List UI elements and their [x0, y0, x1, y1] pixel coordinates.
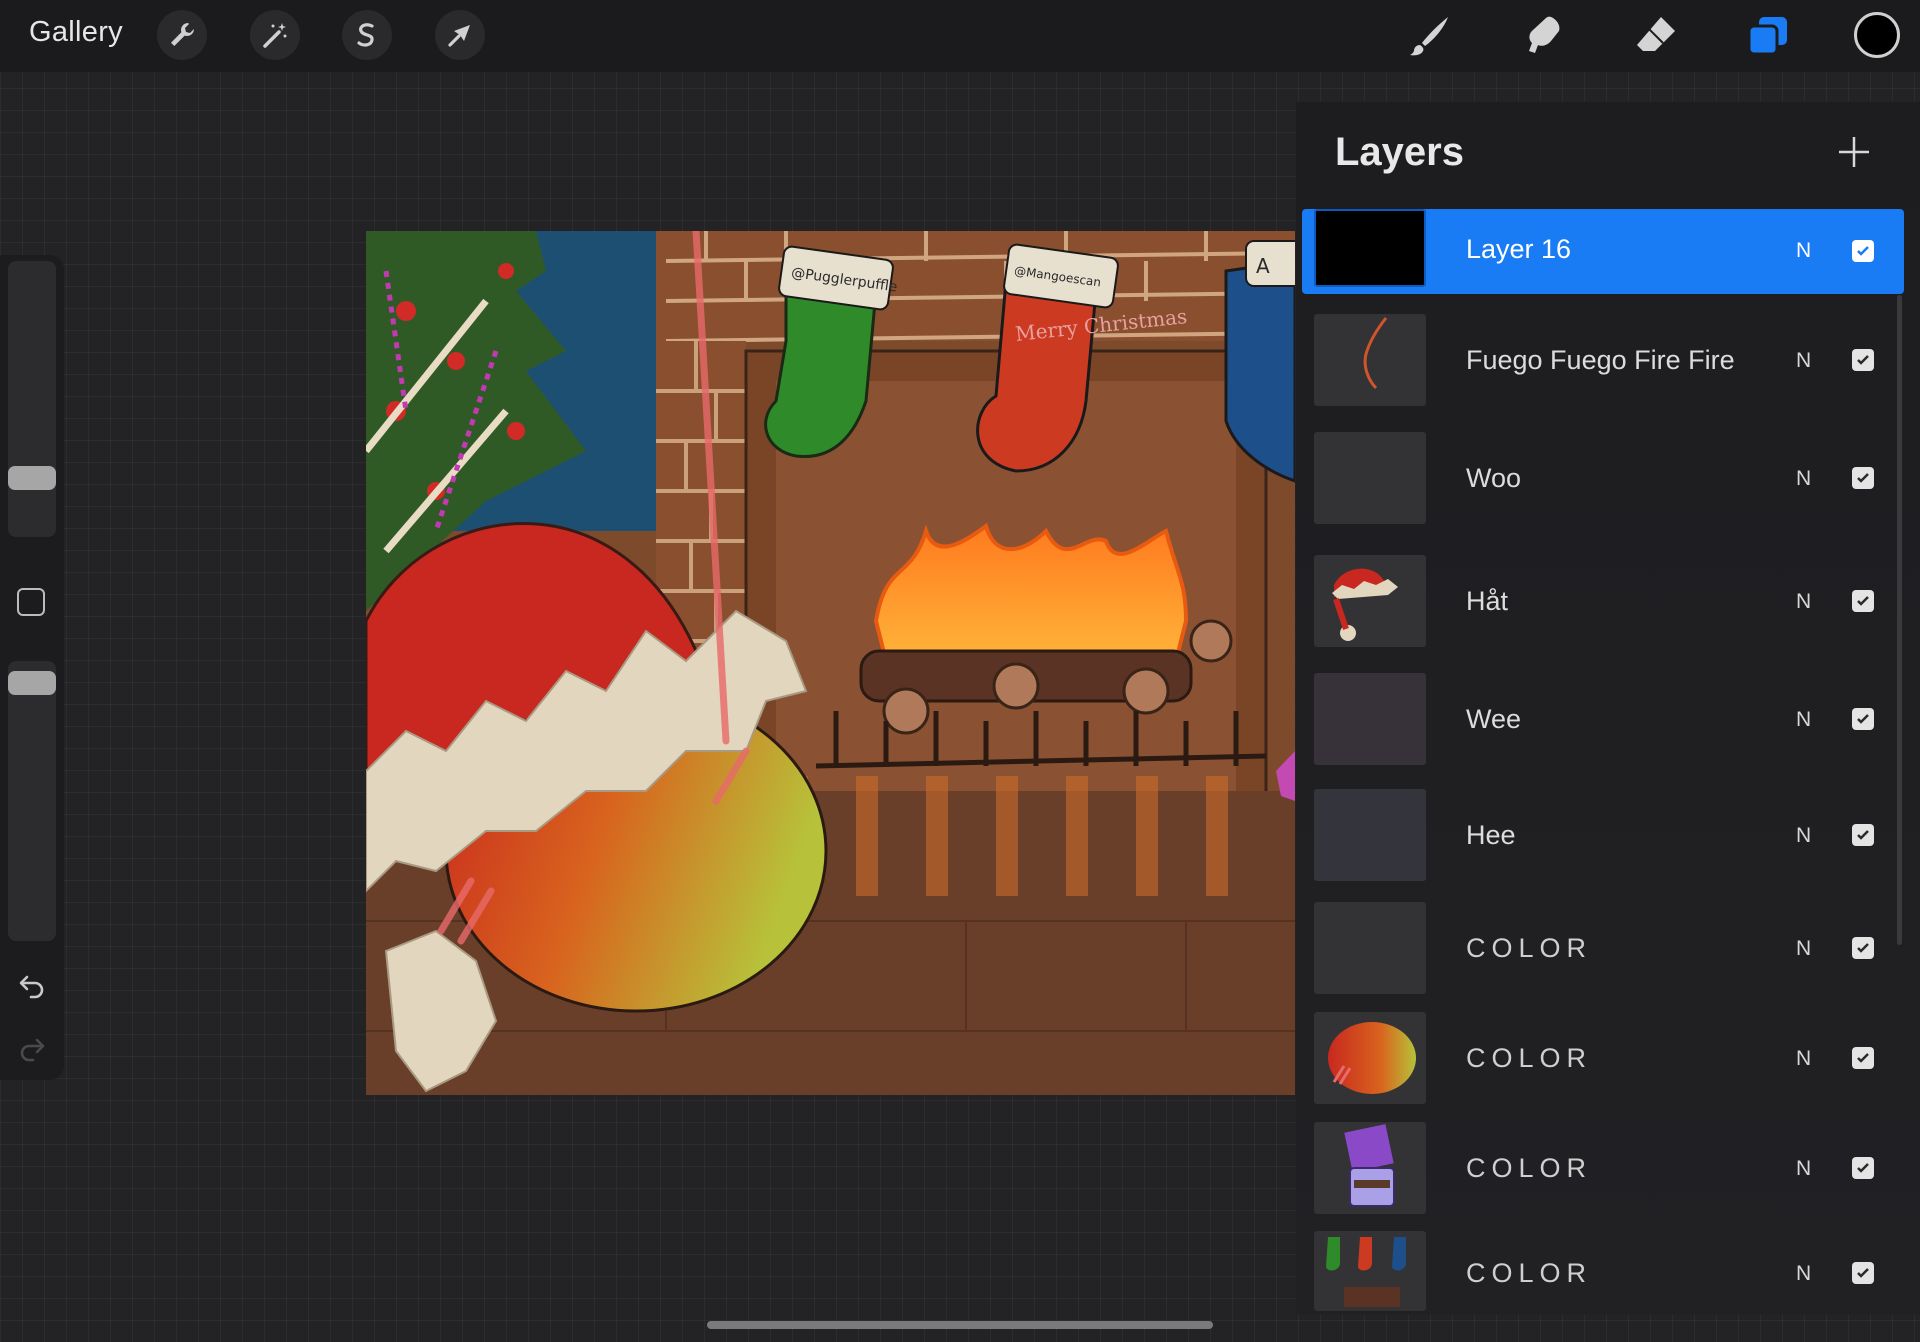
layer-thumbnail [1314, 1231, 1426, 1311]
plus-icon[interactable] [1834, 132, 1874, 172]
layer-visibility-checkbox[interactable] [1852, 590, 1874, 612]
actions-wrench-icon[interactable] [157, 10, 207, 60]
layer-thumbnail [1314, 555, 1426, 647]
layer-row[interactable]: Fuego Fuego Fire Fire N [1302, 307, 1904, 412]
opacity-slider[interactable] [8, 661, 56, 941]
layer-thumbnail [1314, 1012, 1426, 1104]
layer-visibility-checkbox[interactable] [1852, 708, 1874, 730]
layer-visibility-checkbox[interactable] [1852, 937, 1874, 959]
gallery-button[interactable]: Gallery [29, 16, 123, 49]
layers-panel-title: Layers [1335, 130, 1464, 174]
top-toolbar: Gallery [0, 0, 1920, 72]
blend-mode-label[interactable]: N [1796, 239, 1811, 263]
blend-mode-label[interactable]: N [1796, 467, 1811, 491]
transform-arrow-icon[interactable] [435, 10, 485, 60]
color-picker-swatch[interactable] [1854, 12, 1900, 58]
layers-scrollbar[interactable] [1897, 295, 1902, 945]
layer-name: COLOR [1466, 1258, 1593, 1288]
layer-name: Hee [1466, 820, 1516, 850]
layer-name: Woo [1466, 463, 1522, 493]
layer-row[interactable]: COLOR N [1302, 1224, 1904, 1314]
blend-mode-label[interactable]: N [1796, 349, 1811, 373]
layer-row[interactable]: COLOR N [1302, 1115, 1904, 1220]
layer-name: Wee [1466, 704, 1522, 734]
brush-size-slider-thumb[interactable] [8, 466, 56, 490]
layer-visibility-checkbox[interactable] [1852, 1262, 1874, 1284]
blend-mode-label[interactable]: N [1796, 937, 1811, 961]
layer-row[interactable]: Wee N [1302, 666, 1904, 771]
blend-mode-label[interactable]: N [1796, 824, 1811, 848]
layer-thumbnail [1314, 673, 1426, 765]
layer-row[interactable]: COLOR N [1302, 895, 1904, 1000]
layer-visibility-checkbox[interactable] [1852, 1047, 1874, 1069]
layer-name: COLOR [1466, 933, 1593, 963]
layer-thumbnail [1314, 1122, 1426, 1214]
layer-row[interactable]: COLOR N [1302, 1005, 1904, 1110]
layer-thumbnail [1314, 209, 1426, 287]
left-sidebar [0, 255, 64, 1080]
undo-icon[interactable] [14, 966, 50, 1002]
layer-thumbnail [1314, 902, 1426, 994]
layer-thumbnail [1314, 314, 1426, 406]
blend-mode-label[interactable]: N [1796, 590, 1811, 614]
layer-thumbnail [1314, 789, 1426, 881]
layer-name: Fuego Fuego Fire Fire [1466, 345, 1735, 375]
modifier-square-icon[interactable] [17, 588, 45, 616]
layer-visibility-checkbox[interactable] [1852, 240, 1874, 262]
blend-mode-label[interactable]: N [1796, 1047, 1811, 1071]
layer-thumbnail [1314, 432, 1426, 524]
layer-visibility-checkbox[interactable] [1852, 1157, 1874, 1179]
layer-name: Layer 16 [1466, 234, 1572, 264]
blend-mode-label[interactable]: N [1796, 708, 1811, 732]
stocking-tag-3: A [1256, 254, 1270, 278]
redo-icon[interactable] [14, 1029, 50, 1065]
blend-mode-label[interactable]: N [1796, 1262, 1811, 1286]
layer-row[interactable]: Layer 16 N [1302, 209, 1904, 294]
home-indicator[interactable] [707, 1321, 1213, 1329]
layer-visibility-checkbox[interactable] [1852, 824, 1874, 846]
brush-icon[interactable] [1405, 10, 1457, 62]
layer-row[interactable]: Håt N [1302, 548, 1904, 653]
selection-icon[interactable] [342, 10, 392, 60]
layer-visibility-checkbox[interactable] [1852, 467, 1874, 489]
brush-size-slider[interactable] [8, 261, 56, 537]
eraser-icon[interactable] [1630, 10, 1682, 62]
smudge-icon[interactable] [1518, 10, 1570, 62]
layers-icon[interactable] [1742, 10, 1794, 62]
layers-panel: Layers Layer 16 N Fuego Fuego Fire Fire … [1296, 102, 1920, 1314]
layer-row[interactable]: Woo N [1302, 425, 1904, 530]
drawing-canvas[interactable]: @Pugglerpuffle @Mangoescan Merry Christm… [366, 231, 1295, 1095]
layer-visibility-checkbox[interactable] [1852, 349, 1874, 371]
blend-mode-label[interactable]: N [1796, 1157, 1811, 1181]
artwork-illustration: @Pugglerpuffle @Mangoescan Merry Christm… [366, 231, 1295, 1095]
layer-name: Håt [1466, 586, 1509, 616]
layer-name: COLOR [1466, 1153, 1593, 1183]
layer-name: COLOR [1466, 1043, 1593, 1073]
layer-row[interactable]: Hee N [1302, 782, 1904, 887]
magic-wand-icon[interactable] [250, 10, 300, 60]
opacity-slider-thumb[interactable] [8, 671, 56, 695]
